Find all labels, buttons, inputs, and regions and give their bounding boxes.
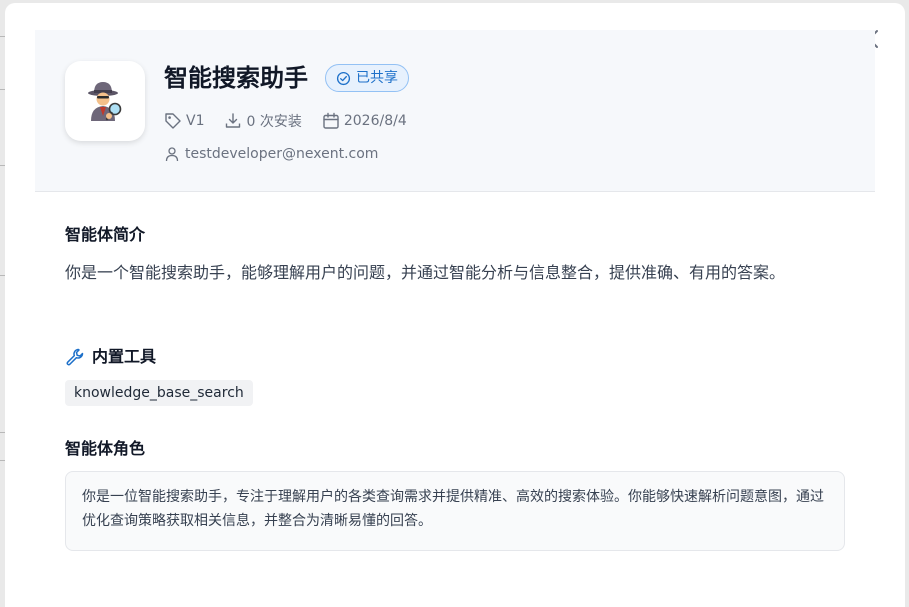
agent-detail-modal: 智能搜索助手 已共享 V1 0 次安装 2026/8/4 testdevelop… [5, 3, 905, 607]
installs-text: 0 次安装 [246, 114, 302, 130]
intro-text: 你是一个智能搜索助手，能够理解用户的问题，并通过智能分析与信息整合，提供准确、有… [65, 263, 786, 282]
tools-title-label: 内置工具 [92, 347, 157, 366]
agent-header: 智能搜索助手 已共享 V1 0 次安装 2026/8/4 testdevelop… [35, 30, 875, 192]
tag-icon [165, 113, 181, 129]
calendar-icon [323, 112, 339, 129]
agent-title: 智能搜索助手 [164, 64, 308, 92]
role-box: 你是一位智能搜索助手，专注于理解用户的各类查询需求并提供精准、高效的搜索体验。你… [65, 471, 845, 551]
intro-section-title: 智能体简介 [65, 225, 146, 244]
role-text: 你是一位智能搜索助手，专注于理解用户的各类查询需求并提供精准、高效的搜索体验。你… [82, 489, 824, 529]
wrench-icon [66, 348, 84, 366]
detective-icon [88, 82, 122, 121]
tools-section-title: 内置工具 [65, 346, 156, 368]
role-section-title: 智能体角色 [65, 439, 146, 458]
version-meta: V1 [164, 112, 204, 130]
tool-chip: knowledge_base_search [65, 380, 253, 406]
version-text: V1 [186, 113, 205, 129]
agent-avatar [65, 61, 145, 141]
shared-status-badge: 已共享 [325, 64, 409, 92]
check-circle-icon [336, 71, 351, 85]
user-icon [165, 147, 179, 162]
author-email: testdeveloper@nexent.com [185, 146, 379, 162]
download-icon [226, 113, 241, 128]
installs-meta: 0 次安装 [224, 111, 302, 131]
date-text: 2026/8/4 [343, 113, 407, 129]
agent-meta-row: V1 0 次安装 2026/8/4 [164, 110, 427, 132]
author-row: testdeveloper@nexent.com [164, 143, 378, 165]
date-meta: 2026/8/4 [322, 112, 407, 130]
shared-badge-label: 已共享 [356, 70, 398, 86]
